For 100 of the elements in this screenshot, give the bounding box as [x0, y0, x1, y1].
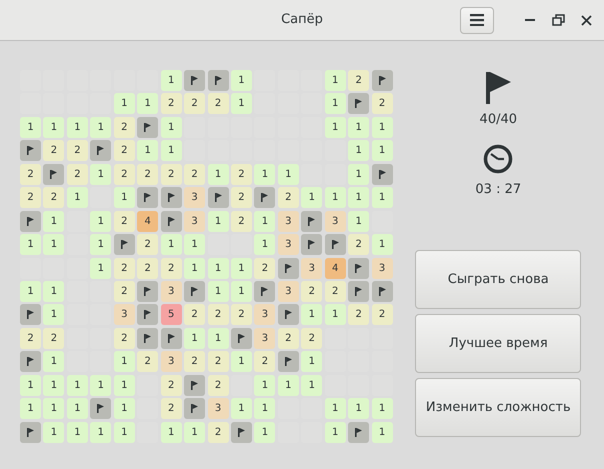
mine-count-tile[interactable]: 2 — [254, 351, 276, 372]
mine-count-tile[interactable]: 1 — [324, 93, 346, 114]
mine-count-tile[interactable]: 3 — [301, 258, 322, 278]
restore-button[interactable] — [550, 12, 566, 28]
mine-count-tile[interactable]: 1 — [66, 116, 88, 138]
flagged-tile[interactable] — [137, 328, 158, 349]
mine-count-tile[interactable]: 2 — [160, 93, 182, 114]
mine-count-tile[interactable]: 1 — [43, 398, 64, 420]
mine-count-tile[interactable]: 1 — [66, 422, 88, 443]
mine-count-tile[interactable]: 1 — [208, 164, 228, 185]
mine-count-tile[interactable]: 1 — [90, 116, 112, 138]
flagged-tile[interactable] — [372, 70, 393, 91]
flagged-tile[interactable] — [90, 140, 112, 162]
mine-count-tile[interactable]: 1 — [254, 210, 276, 232]
mine-count-tile[interactable]: 1 — [137, 140, 158, 162]
mine-count-tile[interactable]: 1 — [348, 116, 370, 138]
flagged-tile[interactable] — [137, 187, 158, 208]
mine-count-tile[interactable]: 1 — [114, 187, 135, 208]
mine-count-tile[interactable]: 1 — [43, 116, 64, 138]
flagged-tile[interactable] — [348, 258, 370, 278]
mine-count-tile[interactable]: 2 — [114, 116, 135, 138]
mine-count-tile[interactable]: 2 — [137, 164, 158, 185]
mine-count-tile[interactable]: 1 — [230, 70, 252, 91]
mine-count-tile[interactable]: 1 — [301, 304, 322, 326]
mine-count-tile[interactable]: 2 — [114, 258, 135, 278]
mine-count-tile[interactable]: 1 — [208, 328, 228, 349]
mine-count-tile[interactable]: 2 — [184, 93, 206, 114]
mine-count-tile[interactable]: 1 — [254, 164, 276, 185]
flagged-tile[interactable] — [160, 328, 182, 349]
mine-count-tile[interactable]: 1 — [372, 398, 393, 420]
mine-count-tile[interactable]: 2 — [372, 304, 393, 326]
mine-count-tile[interactable]: 1 — [230, 280, 252, 302]
mine-count-tile[interactable]: 2 — [348, 70, 370, 91]
mine-count-tile[interactable]: 3 — [254, 328, 276, 349]
mine-count-tile[interactable]: 1 — [66, 398, 88, 420]
mine-count-tile[interactable]: 2 — [137, 258, 158, 278]
mine-count-tile[interactable]: 1 — [230, 398, 252, 420]
mine-count-tile[interactable]: 1 — [43, 280, 64, 302]
mine-count-tile[interactable]: 1 — [66, 374, 88, 396]
flagged-tile[interactable] — [184, 280, 206, 302]
mine-count-tile[interactable]: 1 — [114, 93, 135, 114]
flagged-tile[interactable] — [348, 280, 370, 302]
mine-count-tile[interactable]: 1 — [137, 93, 158, 114]
mine-count-tile[interactable]: 1 — [20, 280, 41, 302]
mine-count-tile[interactable]: 1 — [184, 422, 206, 443]
mine-count-tile[interactable]: 3 — [160, 351, 182, 372]
mine-count-tile[interactable]: 1 — [324, 187, 346, 208]
flagged-tile[interactable] — [184, 398, 206, 420]
flagged-tile[interactable] — [230, 328, 252, 349]
flagged-tile[interactable] — [348, 422, 370, 443]
mine-count-tile[interactable]: 1 — [324, 398, 346, 420]
mine-count-tile[interactable]: 1 — [90, 164, 112, 185]
mine-count-tile[interactable]: 1 — [324, 422, 346, 443]
mine-count-tile[interactable]: 1 — [114, 422, 135, 443]
flagged-tile[interactable] — [20, 304, 41, 326]
mine-count-tile[interactable]: 2 — [208, 422, 228, 443]
mine-count-tile[interactable]: 3 — [324, 210, 346, 232]
mine-count-tile[interactable]: 1 — [43, 210, 64, 232]
mine-count-tile[interactable]: 2 — [20, 328, 41, 349]
mine-count-tile[interactable]: 2 — [43, 187, 64, 208]
mine-count-tile[interactable]: 2 — [301, 328, 322, 349]
flagged-tile[interactable] — [184, 70, 206, 91]
mine-count-tile[interactable]: 1 — [348, 140, 370, 162]
mine-count-tile[interactable]: 1 — [90, 422, 112, 443]
mine-count-tile[interactable]: 1 — [20, 116, 41, 138]
mine-count-tile[interactable]: 2 — [348, 234, 370, 256]
mine-count-tile[interactable]: 1 — [372, 234, 393, 256]
mine-count-tile[interactable]: 1 — [230, 351, 252, 372]
flagged-tile[interactable] — [254, 187, 276, 208]
flagged-tile[interactable] — [20, 210, 41, 232]
mine-count-tile[interactable]: 1 — [184, 258, 206, 278]
mine-count-tile[interactable]: 2 — [230, 304, 252, 326]
mine-count-tile[interactable]: 1 — [20, 234, 41, 256]
mine-count-tile[interactable]: 3 — [184, 210, 206, 232]
flagged-tile[interactable] — [160, 187, 182, 208]
game-button[interactable]: Изменить сложность — [415, 378, 582, 437]
flagged-tile[interactable] — [348, 93, 370, 114]
flagged-tile[interactable] — [301, 210, 322, 232]
mine-count-tile[interactable]: 2 — [301, 280, 322, 302]
flagged-tile[interactable] — [137, 304, 158, 326]
mine-count-tile[interactable]: 2 — [160, 374, 182, 396]
flagged-tile[interactable] — [254, 280, 276, 302]
mine-count-tile[interactable]: 1 — [230, 258, 252, 278]
flagged-tile[interactable] — [208, 187, 228, 208]
mine-count-tile[interactable]: 1 — [43, 234, 64, 256]
mine-count-tile[interactable]: 2 — [20, 187, 41, 208]
mine-count-tile[interactable]: 1 — [114, 374, 135, 396]
mine-count-tile[interactable]: 2 — [66, 164, 88, 185]
mine-count-tile[interactable]: 1 — [348, 187, 370, 208]
mine-count-tile[interactable]: 2 — [43, 140, 64, 162]
mine-count-tile[interactable]: 1 — [230, 93, 252, 114]
mine-count-tile[interactable]: 3 — [278, 234, 299, 256]
flagged-tile[interactable] — [278, 351, 299, 372]
mine-count-tile[interactable]: 1 — [254, 398, 276, 420]
mine-count-tile[interactable]: 3 — [278, 280, 299, 302]
mine-count-tile[interactable]: 3 — [208, 398, 228, 420]
flagged-tile[interactable] — [324, 234, 346, 256]
flagged-tile[interactable] — [20, 422, 41, 443]
mine-count-tile[interactable]: 1 — [348, 164, 370, 185]
mine-count-tile[interactable]: 1 — [90, 258, 112, 278]
